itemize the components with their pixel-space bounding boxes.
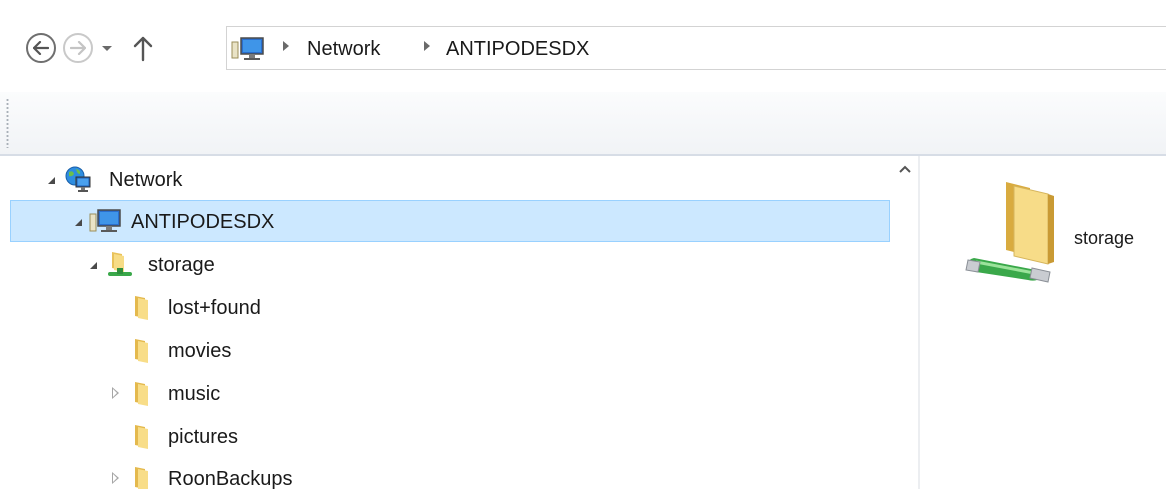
chevron-up-icon bbox=[899, 165, 911, 173]
navigation-pane: Network ANTIPODESDX storage lost+found m… bbox=[0, 156, 918, 489]
toolbar bbox=[0, 92, 1166, 156]
computer-network-icon bbox=[231, 37, 264, 60]
folder-icon bbox=[135, 425, 148, 449]
up-arrow-icon bbox=[133, 36, 153, 62]
content-pane: storage bbox=[920, 156, 1166, 489]
scroll-up-button[interactable] bbox=[896, 160, 914, 178]
breadcrumb-separator-icon[interactable] bbox=[424, 41, 430, 51]
tree-item-label: ANTIPODESDX bbox=[131, 211, 275, 233]
shared-folder-icon bbox=[108, 252, 132, 276]
navigation-bar: Network ANTIPODESDX bbox=[0, 0, 1166, 92]
file-item-storage[interactable]: storage bbox=[962, 174, 1166, 284]
tree-item-label: movies bbox=[168, 340, 232, 362]
forward-arrow-icon bbox=[70, 41, 86, 55]
file-item-label: storage bbox=[1074, 228, 1135, 248]
expand-arrow-icon[interactable] bbox=[48, 177, 55, 184]
recent-locations-button[interactable] bbox=[99, 38, 115, 58]
breadcrumb-network[interactable]: Network bbox=[307, 36, 380, 62]
tree-item-label: storage bbox=[148, 254, 215, 276]
computer-icon bbox=[89, 209, 121, 232]
tree-item-network[interactable]: Network bbox=[10, 159, 890, 201]
breadcrumb-separator-icon[interactable] bbox=[283, 41, 289, 51]
back-button[interactable] bbox=[26, 33, 56, 63]
tree-item-antipodesdx[interactable]: ANTIPODESDX bbox=[10, 200, 890, 242]
back-arrow-icon bbox=[33, 41, 49, 55]
tree-item-music[interactable]: music bbox=[10, 373, 890, 415]
tree-item-label: Network bbox=[109, 169, 183, 191]
collapse-arrow-icon[interactable] bbox=[112, 472, 119, 484]
tree-item-roonbackups[interactable]: RoonBackups bbox=[10, 458, 890, 489]
folder-icon bbox=[135, 467, 148, 489]
forward-button[interactable] bbox=[63, 33, 93, 63]
tree-item-label: music bbox=[168, 383, 221, 405]
tree-item-movies[interactable]: movies bbox=[10, 330, 890, 372]
tree-item-storage[interactable]: storage bbox=[10, 244, 890, 286]
tree-item-lost-found[interactable]: lost+found bbox=[10, 287, 890, 329]
tree-item-pictures[interactable]: pictures bbox=[10, 416, 890, 458]
up-button[interactable] bbox=[132, 33, 154, 63]
folder-icon bbox=[135, 296, 148, 320]
expand-arrow-icon[interactable] bbox=[90, 262, 97, 269]
folder-icon bbox=[135, 339, 148, 363]
toolbar-grip-handle[interactable] bbox=[6, 98, 9, 148]
collapse-arrow-icon[interactable] bbox=[112, 387, 119, 399]
chevron-down-icon bbox=[102, 46, 112, 51]
network-globe-icon bbox=[65, 166, 91, 192]
breadcrumb-antipodesdx[interactable]: ANTIPODESDX bbox=[446, 36, 589, 62]
tree-item-label: RoonBackups bbox=[168, 468, 293, 489]
tree-item-label: pictures bbox=[168, 426, 239, 448]
folder-icon bbox=[135, 382, 148, 406]
network-share-folder-icon bbox=[965, 182, 1054, 283]
address-bar[interactable]: Network ANTIPODESDX bbox=[226, 26, 1166, 70]
expand-arrow-icon[interactable] bbox=[75, 219, 82, 226]
tree-item-label: lost+found bbox=[168, 297, 261, 319]
